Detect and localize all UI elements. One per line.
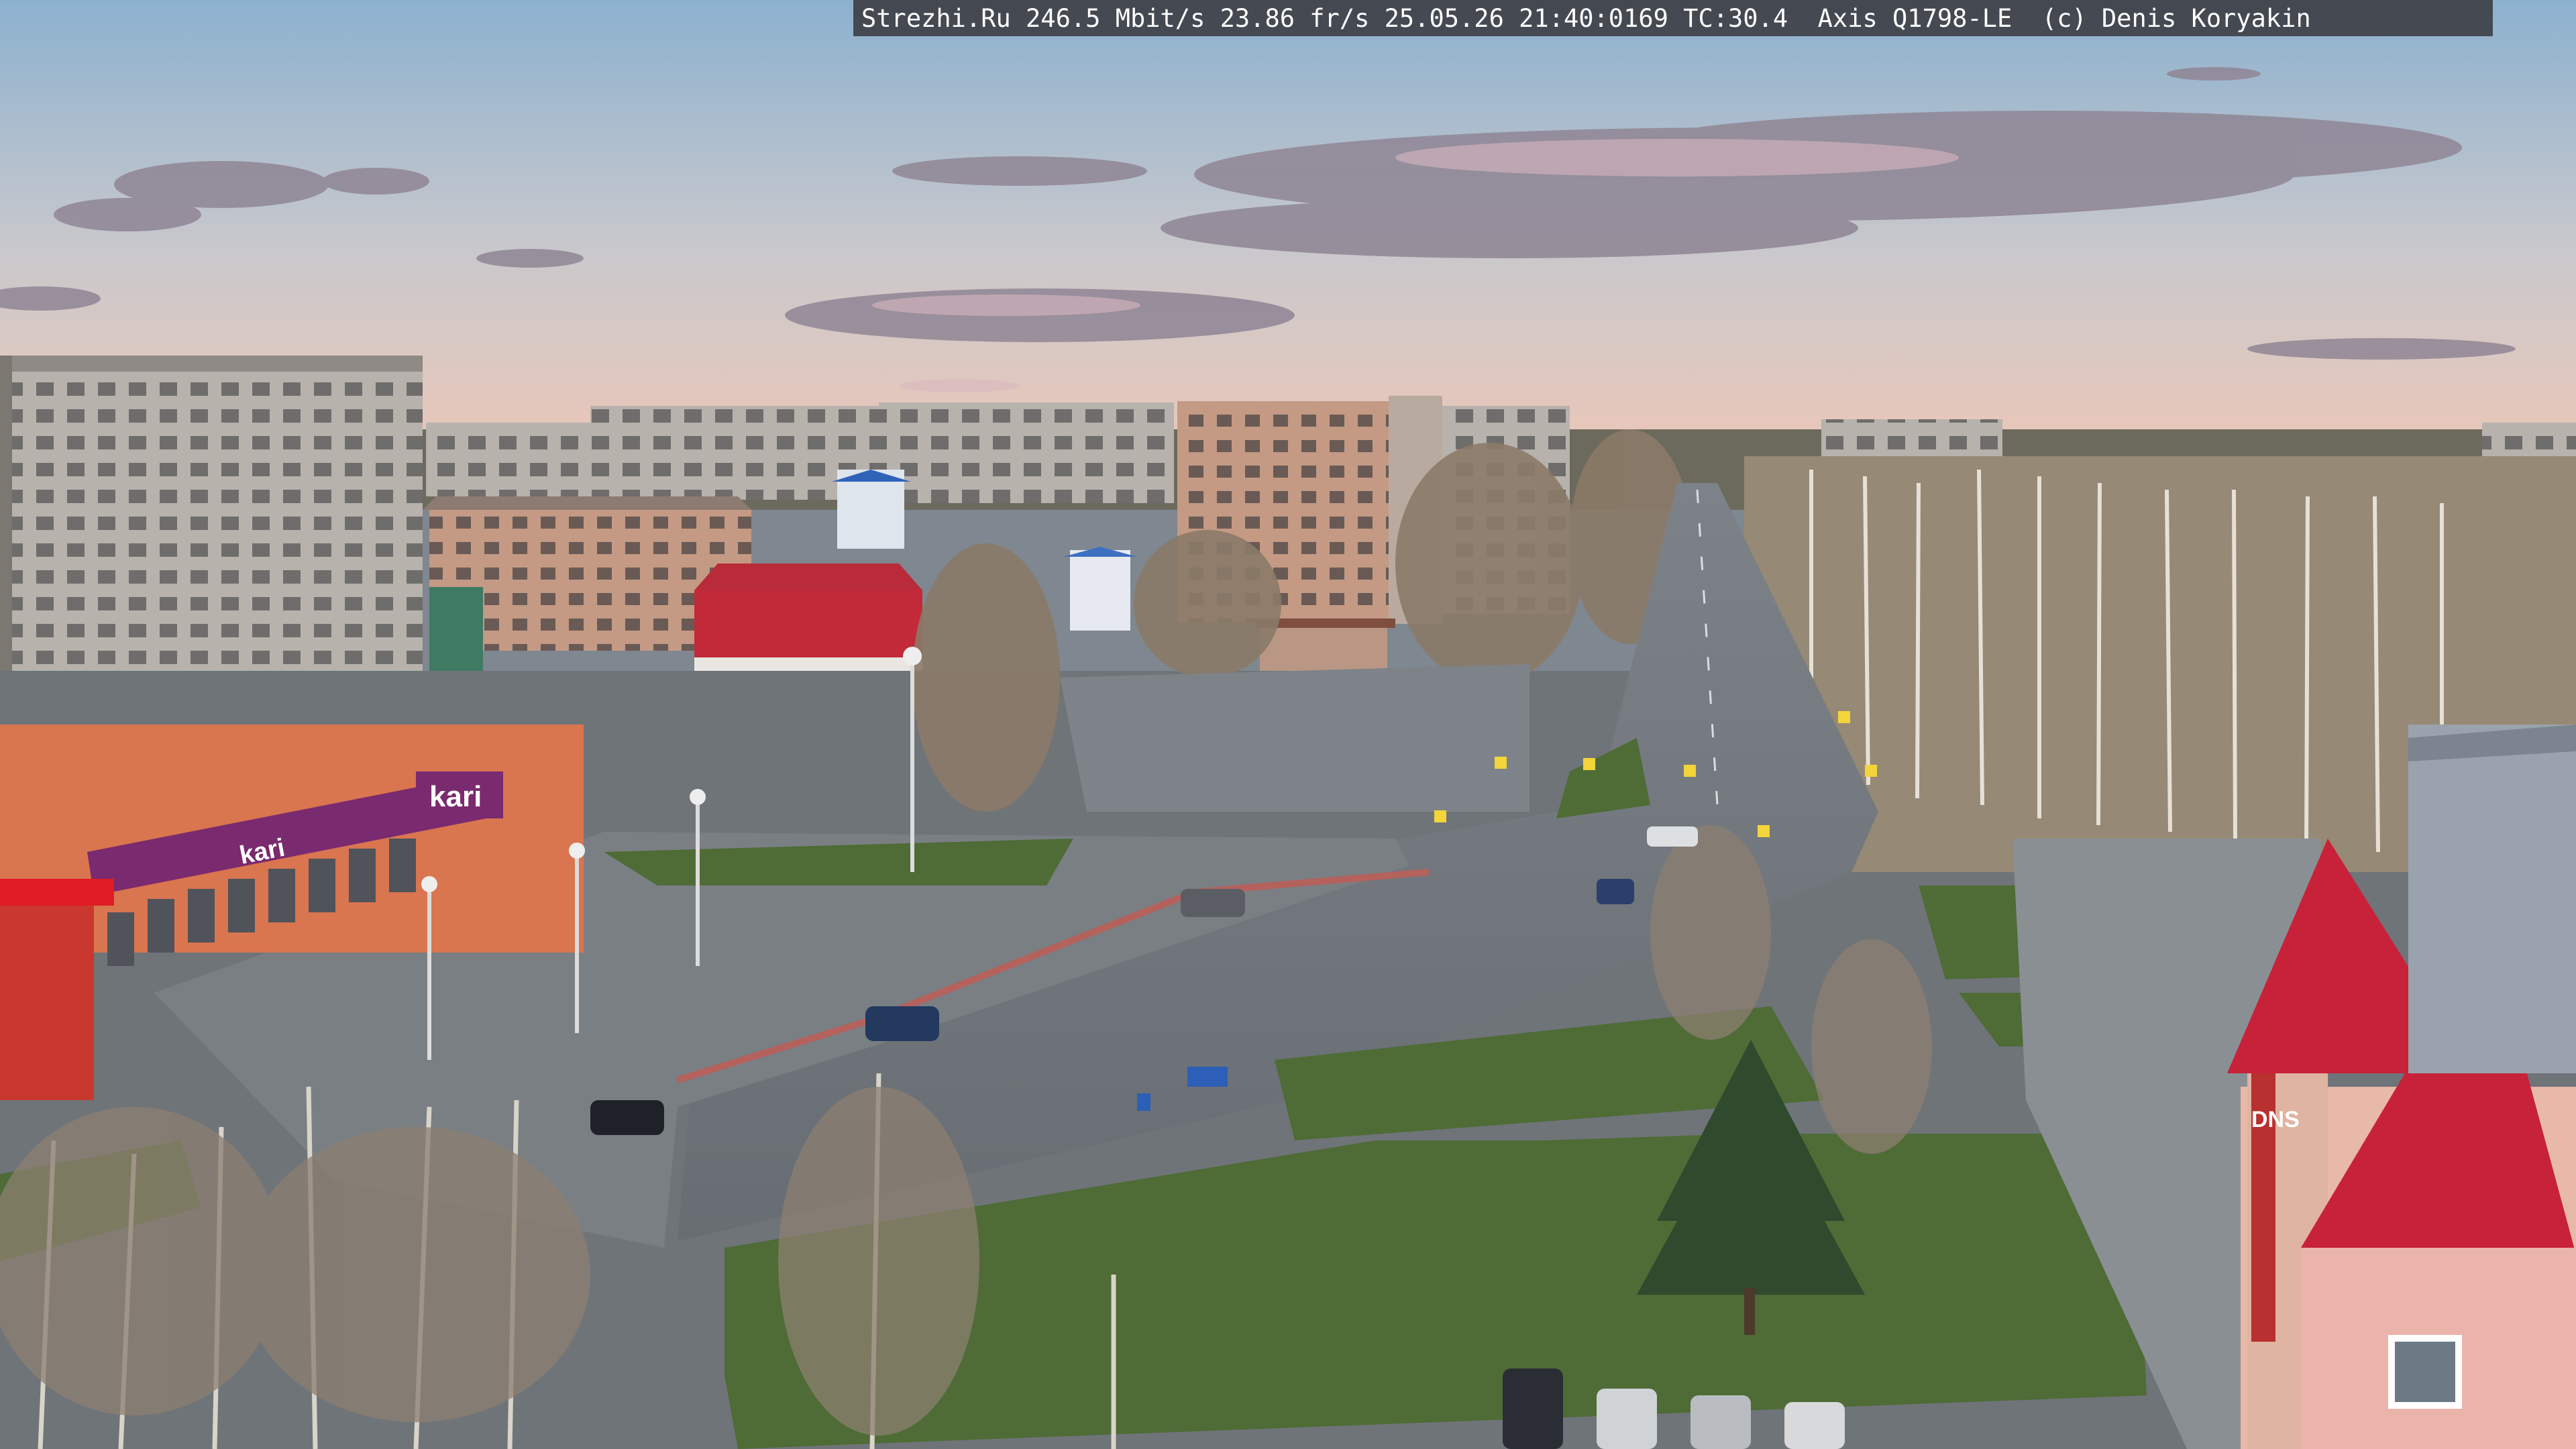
dns-sign: DNS: [2251, 1107, 2300, 1132]
webcam-scene: kari kari DNS: [0, 0, 2576, 1449]
kari-store-sign: kari: [429, 780, 482, 813]
camera-info-text: Strezhi.Ru 246.5 Mbit/s 23.86 fr/s 25.05…: [861, 4, 2311, 33]
